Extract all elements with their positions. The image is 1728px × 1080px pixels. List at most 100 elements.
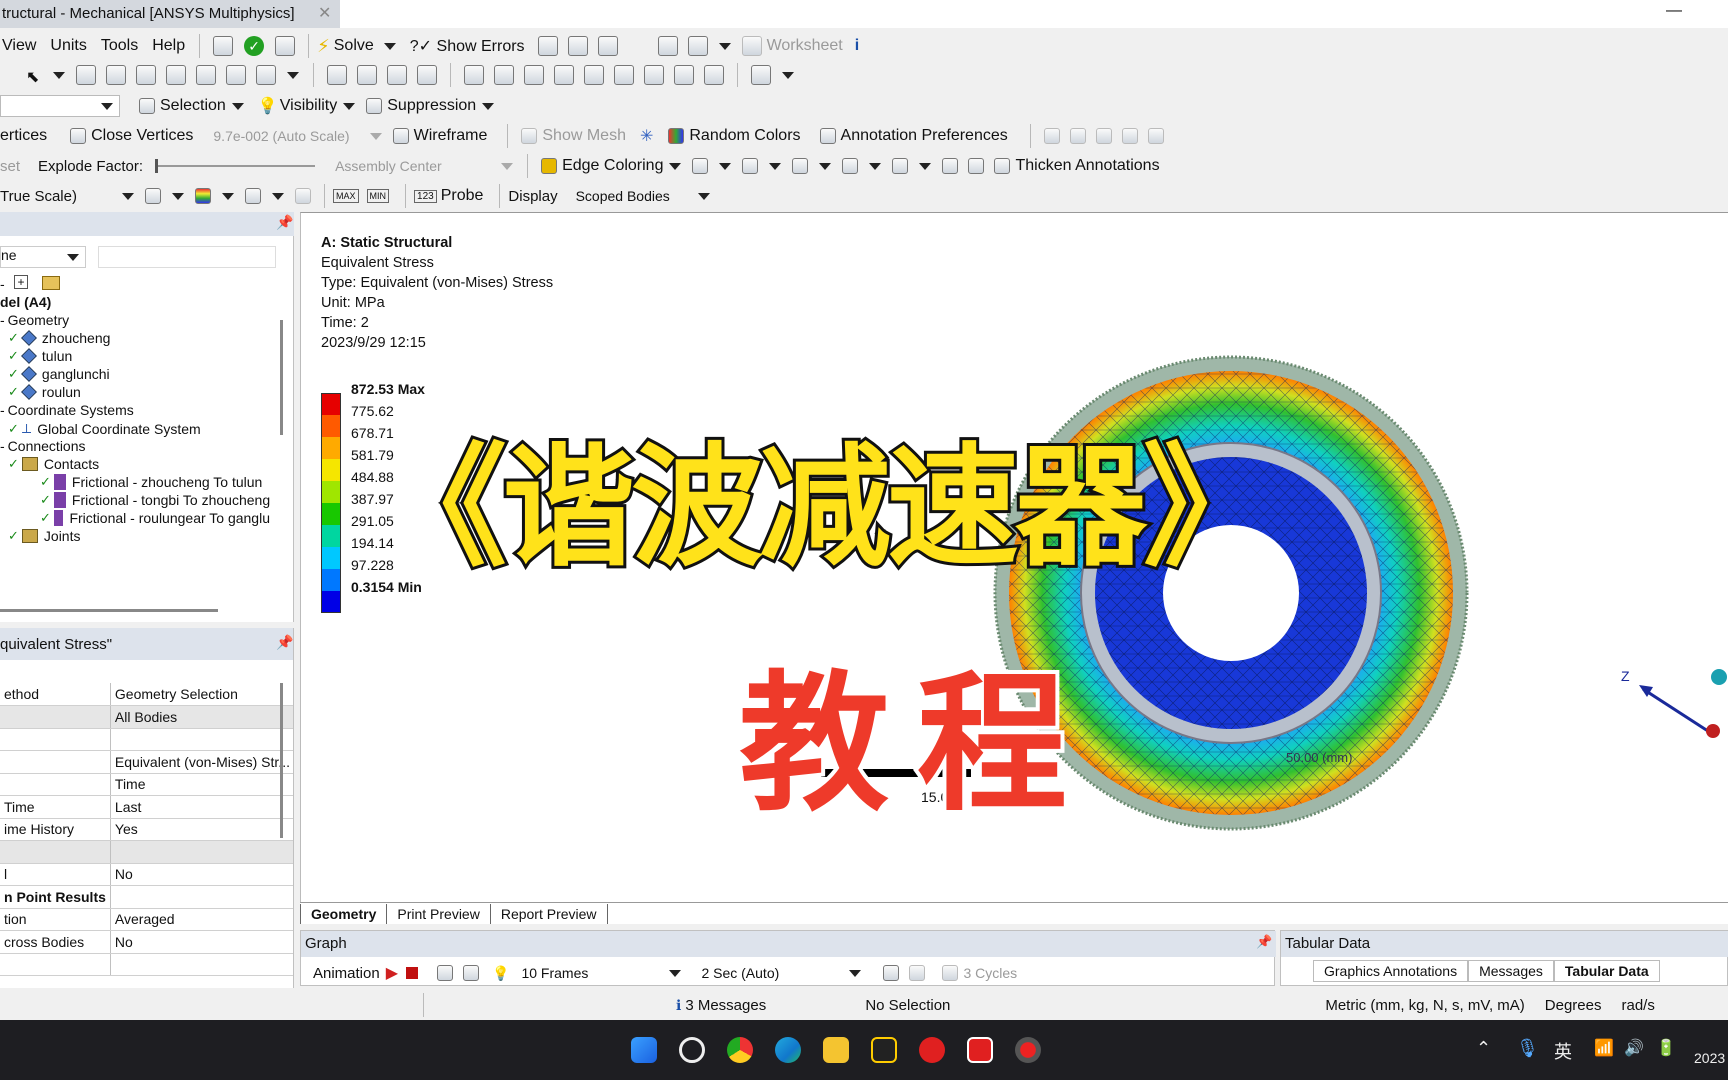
- details-row[interactable]: [0, 840, 293, 864]
- details-vertical-scrollbar[interactable]: [280, 683, 283, 838]
- command-icon[interactable]: [213, 36, 234, 56]
- details-value[interactable]: [110, 728, 293, 751]
- vector-icon[interactable]: [295, 188, 311, 204]
- stop-icon[interactable]: [406, 967, 419, 979]
- viewport-dropdown-icon[interactable]: [718, 42, 731, 50]
- pin-icon[interactable]: 📌: [1256, 934, 1272, 950]
- expand-all-icon[interactable]: +: [14, 275, 28, 289]
- chrome-icon[interactable]: [727, 1037, 753, 1063]
- battery-icon[interactable]: 🔋: [1656, 1038, 1676, 1058]
- select-cursor-icon[interactable]: ⬉: [26, 67, 42, 86]
- axis-xyz-icon[interactable]: [1147, 128, 1164, 144]
- clock-date[interactable]: 2023: [1694, 1050, 1725, 1066]
- vertex-scale-dropdown[interactable]: 9.7e-002 (Auto Scale): [213, 128, 349, 144]
- thicken-annotations-button[interactable]: Thicken Annotations: [1015, 157, 1159, 175]
- wireframe-icon[interactable]: [392, 128, 409, 144]
- edge-style-4-dropdown-icon[interactable]: [869, 162, 882, 170]
- min-label-button[interactable]: MIN: [366, 189, 390, 203]
- edge-style-3-icon[interactable]: [792, 158, 809, 174]
- details-row[interactable]: [0, 953, 293, 976]
- table-icon[interactable]: [537, 36, 558, 56]
- info-icon[interactable]: ℹ: [676, 997, 681, 1014]
- record-icon[interactable]: [1015, 1037, 1041, 1063]
- tree-contact-2[interactable]: ✓ Frictional - tongbi To zhoucheng: [40, 492, 270, 508]
- microphone-icon[interactable]: 🎙: [1516, 1038, 1539, 1059]
- connect-icon[interactable]: [275, 36, 296, 56]
- explode-star-icon[interactable]: ✳: [640, 126, 653, 146]
- edge-coloring-button[interactable]: Edge Coloring: [562, 157, 663, 175]
- zoom-icon[interactable]: [387, 65, 407, 85]
- tree-contact-1[interactable]: ✓ Frictional - zhoucheng To tulun: [40, 474, 262, 490]
- tree-body-ganglunchi[interactable]: ✓ ganglunchi: [8, 366, 110, 382]
- export-video-icon[interactable]: [909, 965, 926, 981]
- details-value[interactable]: Averaged: [110, 908, 293, 931]
- minimize-button[interactable]: —: [1666, 2, 1682, 20]
- bulb-icon[interactable]: 💡: [258, 96, 278, 116]
- layout-dropdown-icon[interactable]: [782, 71, 794, 79]
- visibility-dropdown-icon[interactable]: [343, 102, 356, 110]
- display-dropdown[interactable]: Scoped Bodies: [576, 188, 716, 204]
- suppression-dropdown-icon[interactable]: [482, 102, 495, 110]
- edge-style-2-dropdown-icon[interactable]: [769, 162, 782, 170]
- graphics-viewport[interactable]: A: Static Structural Equivalent Stress T…: [300, 212, 1728, 902]
- select-face-icon[interactable]: [136, 65, 156, 85]
- zoom-region-icon[interactable]: [494, 65, 514, 85]
- toolbox-icon[interactable]: [674, 65, 694, 85]
- assembly-center-dropdown[interactable]: Assembly Center: [335, 158, 495, 174]
- outline-filter-dropdown[interactable]: ne: [0, 246, 86, 268]
- edge-style-3-dropdown-icon[interactable]: [819, 162, 832, 170]
- volume-icon[interactable]: 🔊: [1624, 1038, 1644, 1058]
- wireframe-button[interactable]: Wireframe: [414, 127, 488, 145]
- menu-view[interactable]: View: [2, 37, 36, 55]
- edge-direction-icon[interactable]: [942, 158, 959, 174]
- chevron-up-icon[interactable]: ⌃: [1476, 1038, 1491, 1059]
- details-value[interactable]: Yes: [110, 818, 293, 841]
- tree-global-coordinate[interactable]: ✓ ⟂ Global Coordinate System: [8, 420, 201, 437]
- select-edge-icon[interactable]: [106, 65, 126, 85]
- selection-dropdown-icon[interactable]: [231, 102, 244, 110]
- assembly-dropdown-icon[interactable]: [501, 162, 514, 170]
- windows-start-icon[interactable]: [631, 1037, 657, 1063]
- extend-selection-icon[interactable]: [256, 65, 276, 85]
- previous-view-icon[interactable]: [614, 65, 634, 85]
- edge-icon[interactable]: [775, 1037, 801, 1063]
- chart-icon[interactable]: [597, 36, 618, 56]
- selection-icon[interactable]: [139, 98, 155, 114]
- edge-coloring-dropdown-icon[interactable]: [669, 162, 682, 170]
- outline-vertical-scrollbar[interactable]: [280, 320, 283, 435]
- tree-body-tulun[interactable]: ✓ tulun: [8, 348, 72, 364]
- details-value[interactable]: No: [110, 930, 293, 954]
- select-node-icon[interactable]: [196, 65, 216, 85]
- axis-x-icon[interactable]: [1043, 128, 1060, 144]
- close-vertices-button[interactable]: Close Vertices: [91, 127, 193, 145]
- tag-icon[interactable]: [704, 65, 724, 85]
- tree-model[interactable]: del (A4): [0, 294, 51, 310]
- rads-status[interactable]: rad/s: [1621, 997, 1654, 1014]
- geometry-display-dropdown-icon[interactable]: [172, 192, 184, 200]
- details-row[interactable]: Equivalent (von-Mises) Str...: [0, 750, 293, 774]
- probe-button[interactable]: Probe: [441, 187, 484, 205]
- thunder-icon[interactable]: [628, 36, 648, 56]
- deformation-scale-dropdown[interactable]: True Scale): [0, 185, 140, 207]
- geometry-display-icon[interactable]: [145, 188, 161, 204]
- edge-coloring-icon[interactable]: [541, 158, 558, 174]
- menu-units[interactable]: Units: [50, 37, 86, 55]
- frames-dropdown[interactable]: 10 Frames: [521, 965, 691, 981]
- details-row[interactable]: All Bodies: [0, 705, 293, 729]
- named-selection-dropdown[interactable]: [0, 95, 120, 117]
- details-row[interactable]: [0, 728, 293, 751]
- coordinate-triad[interactable]: Z: [1621, 653, 1728, 743]
- contour-icon[interactable]: [195, 188, 211, 204]
- cursor-dropdown-icon[interactable]: [53, 71, 65, 79]
- details-row[interactable]: l No: [0, 863, 293, 886]
- edges-display-icon[interactable]: [245, 188, 261, 204]
- details-value[interactable]: Time: [110, 773, 293, 796]
- folder-icon[interactable]: [42, 276, 60, 290]
- tree-joints[interactable]: ✓ Joints: [8, 528, 80, 544]
- details-row[interactable]: Time: [0, 773, 293, 796]
- outline-horizontal-scrollbar[interactable]: [0, 609, 218, 612]
- edge-thickness-icon[interactable]: [968, 158, 985, 174]
- explode-slider[interactable]: [155, 159, 316, 173]
- zoom-to-fit-icon[interactable]: [883, 965, 900, 981]
- edge-style-5-icon[interactable]: [892, 158, 909, 174]
